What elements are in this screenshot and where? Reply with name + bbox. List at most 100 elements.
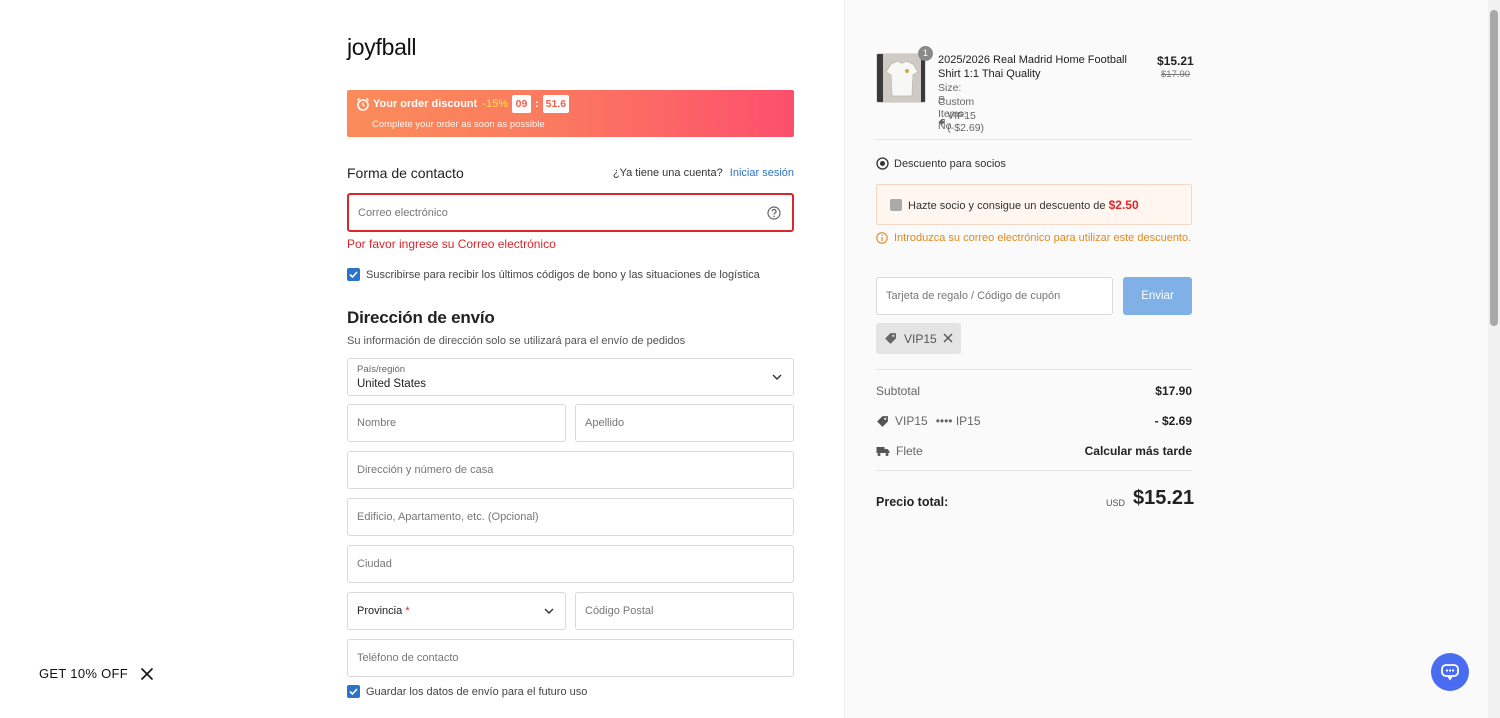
total-currency: USD xyxy=(1106,498,1126,508)
chevron-down-icon xyxy=(544,608,554,614)
email-field[interactable]: Correo electrónico xyxy=(347,193,794,232)
promo-banner[interactable]: GET 10% OFF xyxy=(39,666,154,681)
province-label-wrap: Provincia * xyxy=(357,605,410,617)
save-shipping-label: Guardar los datos de envío para el futur… xyxy=(366,685,588,698)
member-offer-text: Hazte socio y consigue un descuento de xyxy=(908,200,1106,212)
scrollbar-thumb[interactable] xyxy=(1490,10,1498,326)
last-name-placeholder: Apellido xyxy=(585,417,625,429)
phone-field[interactable]: Teléfono de contacto xyxy=(347,639,794,677)
first-name-field[interactable]: Nombre xyxy=(347,404,566,442)
alarm-clock-icon xyxy=(356,97,370,111)
discount-label-wrap: VIP15 •••• IP15 xyxy=(876,414,981,428)
timer-separator: : xyxy=(535,98,539,110)
address-placeholder: Dirección y número de casa xyxy=(357,464,494,476)
check-icon xyxy=(349,688,358,696)
account-prompt: ¿Ya tiene una cuenta? Iniciar sesión xyxy=(613,167,794,179)
check-icon xyxy=(349,271,358,279)
discount-percent: -15% xyxy=(482,98,508,110)
member-title-text: Descuento para socios xyxy=(894,157,1006,170)
chevron-down-icon xyxy=(772,374,782,380)
required-mark: * xyxy=(405,605,410,617)
help-circle-icon[interactable] xyxy=(767,205,781,220)
postal-code-field[interactable]: Código Postal xyxy=(575,592,794,630)
brand-logo[interactable]: joyfball xyxy=(347,34,417,61)
save-shipping-checkbox[interactable] xyxy=(347,685,360,698)
order-discount-banner: Your order discount -15% 09 : 51.6 Compl… xyxy=(347,90,794,137)
close-icon[interactable] xyxy=(140,667,154,681)
province-select[interactable]: Provincia * xyxy=(347,592,566,630)
phone-placeholder: Teléfono de contacto xyxy=(357,652,459,664)
product-coupon: VIP15 (-$2.69) xyxy=(938,110,989,134)
subtotal-value: $17.90 xyxy=(1155,384,1192,398)
shipping-section-title: Dirección de envío xyxy=(347,308,495,327)
address2-field[interactable]: Edificio, Apartamento, etc. (Opcional) xyxy=(347,498,794,536)
tag-icon xyxy=(938,118,945,126)
tag-icon xyxy=(885,333,896,344)
shipping-label: Flete xyxy=(896,444,923,458)
shipping-value: Calcular más tarde xyxy=(1084,444,1192,458)
quantity-badge: 1 xyxy=(918,46,933,61)
province-label: Provincia xyxy=(357,605,403,617)
divider xyxy=(876,369,1192,370)
shipping-label-wrap: Flete xyxy=(876,444,923,458)
product-image xyxy=(876,53,926,103)
contact-section-title: Forma de contacto xyxy=(347,165,464,181)
subscribe-label: Suscribirse para recibir los últimos cód… xyxy=(366,268,760,281)
member-discount-title: Descuento para socios xyxy=(876,157,1006,170)
chat-bubble-icon xyxy=(1441,664,1459,681)
applied-coupon-chip: VIP15 xyxy=(876,323,961,354)
first-name-placeholder: Nombre xyxy=(357,417,397,429)
product-name: 2025/2026 Real Madrid Home Football Shir… xyxy=(938,54,1127,80)
page-scrollbar[interactable] xyxy=(1488,0,1500,718)
subscribe-row[interactable]: Suscribirse para recibir los últimos cód… xyxy=(347,268,760,281)
country-select[interactable]: País/región United States xyxy=(347,358,794,396)
shirt-icon xyxy=(877,54,925,102)
country-value: United States xyxy=(357,378,427,390)
discount-label: Your order discount xyxy=(373,98,478,110)
subscribe-checkbox[interactable] xyxy=(347,268,360,281)
info-icon xyxy=(876,232,888,244)
login-link[interactable]: Iniciar sesión xyxy=(730,167,794,179)
product-old-price: $17.90 xyxy=(1161,69,1191,80)
country-label: País/región xyxy=(357,364,406,375)
timer-minutes: 09 xyxy=(512,95,531,113)
city-field[interactable]: Ciudad xyxy=(347,545,794,583)
coupon-input[interactable]: Tarjeta de regalo / Código de cupón xyxy=(876,277,1113,315)
shipping-subtitle: Su información de dirección solo se util… xyxy=(347,335,686,347)
product-price: $15.21 xyxy=(1157,54,1194,68)
product-coupon-label: VIP15 (-$2.69) xyxy=(947,110,985,134)
promo-label[interactable]: GET 10% OFF xyxy=(39,666,128,681)
city-placeholder: Ciudad xyxy=(357,558,392,570)
account-question: ¿Ya tiene una cuenta? xyxy=(612,167,723,179)
member-badge-icon xyxy=(876,157,889,170)
save-shipping-row[interactable]: Guardar los datos de envío para el futur… xyxy=(347,685,587,698)
coupon-submit-button[interactable]: Enviar xyxy=(1123,277,1192,315)
address-field[interactable]: Dirección y número de casa xyxy=(347,451,794,489)
member-checkbox[interactable] xyxy=(890,199,902,211)
discount-subtitle: Complete your order as soon as possible xyxy=(372,119,545,130)
member-offer: Hazte socio y consigue un descuento de $… xyxy=(908,198,1139,212)
discount-code-label: VIP15 xyxy=(895,414,928,428)
divider xyxy=(876,139,1192,140)
close-icon[interactable] xyxy=(942,332,954,344)
chat-button[interactable] xyxy=(1431,653,1469,691)
applied-coupon-code: VIP15 xyxy=(904,332,937,346)
email-placeholder: Correo electrónico xyxy=(358,206,448,219)
tag-icon xyxy=(877,415,888,427)
coupon-placeholder: Tarjeta de regalo / Código de cupón xyxy=(886,290,1061,302)
last-name-field[interactable]: Apellido xyxy=(575,404,794,442)
address2-placeholder: Edificio, Apartamento, etc. (Opcional) xyxy=(357,511,539,523)
truck-icon xyxy=(876,447,890,456)
total-label: Precio total: xyxy=(876,495,949,509)
member-info-text: Introduzca su correo electrónico para ut… xyxy=(894,232,1192,244)
member-offer-amount: $2.50 xyxy=(1108,198,1139,212)
discount-row: Your order discount -15% 09 : 51.6 xyxy=(356,95,570,113)
subtotal-label: Subtotal xyxy=(876,384,921,398)
email-error-message: Por favor ingrese su Correo electrónico xyxy=(347,237,556,251)
discount-value: - $2.69 xyxy=(1154,414,1192,428)
timer-seconds: 51.6 xyxy=(542,95,570,113)
discount-masked-code: •••• IP15 xyxy=(935,414,981,428)
postal-code-placeholder: Código Postal xyxy=(585,605,654,617)
member-offer-box[interactable]: Hazte socio y consigue un descuento de $… xyxy=(876,184,1192,225)
divider xyxy=(876,470,1192,471)
